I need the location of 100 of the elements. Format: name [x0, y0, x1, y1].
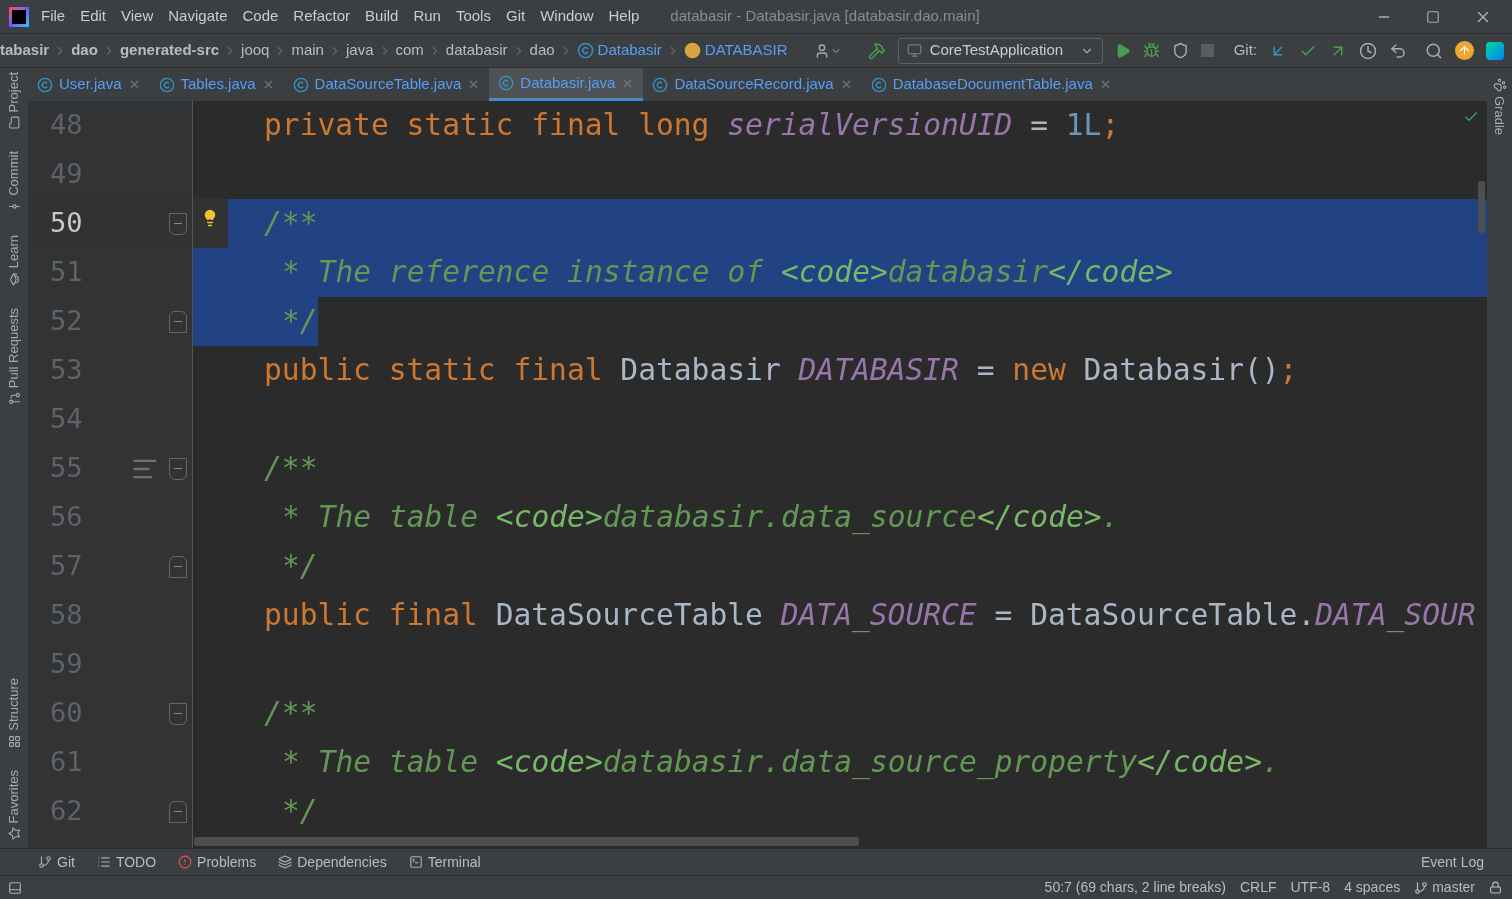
- history-clock-icon[interactable]: [1359, 41, 1377, 60]
- tool-window-button[interactable]: Dependencies: [278, 851, 387, 873]
- fold-marker-icon[interactable]: [169, 800, 187, 823]
- breadcrumb-item[interactable]: java: [345, 39, 374, 62]
- breadcrumb-item[interactable]: Databasir: [597, 39, 662, 62]
- coverage-icon[interactable]: [1171, 42, 1189, 59]
- code-token: DATABASIR: [798, 352, 959, 390]
- hammer-icon[interactable]: [867, 41, 886, 60]
- panel-toggle-icon[interactable]: [8, 880, 22, 895]
- lock-icon[interactable]: [1489, 881, 1502, 894]
- breadcrumb-item[interactable]: dao: [529, 39, 555, 62]
- window-icon: [906, 43, 922, 58]
- code-token: * The table: [282, 744, 479, 782]
- tool-window-button[interactable]: Structure: [0, 673, 28, 752]
- menu-item[interactable]: View: [121, 5, 154, 28]
- menu-item[interactable]: Edit: [80, 5, 107, 28]
- menu-item[interactable]: Navigate: [168, 5, 228, 28]
- code-token: Databasir: [620, 352, 782, 390]
- code-token: =: [975, 352, 996, 390]
- horizontal-scrollbar[interactable]: [194, 837, 859, 846]
- breadcrumb-item[interactable]: tabasir: [0, 39, 50, 62]
- line-number: 50: [50, 206, 84, 241]
- breadcrumb-item[interactable]: generated-src: [119, 39, 220, 62]
- menu-item[interactable]: File: [41, 5, 66, 28]
- fold-marker-icon[interactable]: [169, 457, 187, 480]
- class-icon: [870, 76, 887, 93]
- menu-item[interactable]: Tools: [455, 5, 491, 28]
- caret-position[interactable]: 50:7 (69 chars, 2 line breaks): [1044, 877, 1226, 898]
- star-icon: [7, 827, 21, 840]
- code-token: <code>: [495, 499, 603, 537]
- tool-window-button[interactable]: TODO: [96, 851, 157, 873]
- tool-window-button[interactable]: Learn: [0, 231, 28, 290]
- file-encoding[interactable]: UTF-8: [1290, 877, 1331, 898]
- debug-icon[interactable]: [1142, 42, 1160, 59]
- code-token: */: [282, 548, 318, 586]
- breadcrumb-item[interactable]: databasir: [445, 39, 508, 62]
- class-icon: [576, 42, 594, 59]
- indent-setting[interactable]: 4 spaces: [1344, 877, 1401, 898]
- line-separator[interactable]: CRLF: [1239, 877, 1277, 898]
- branch-widget[interactable]: master: [1414, 877, 1475, 898]
- menu-item[interactable]: Run: [413, 5, 441, 28]
- tool-window-button[interactable]: Favorites: [0, 765, 28, 844]
- vertical-scrollbar[interactable]: [1478, 181, 1485, 233]
- fold-marker-icon[interactable]: [169, 212, 187, 235]
- tool-window-button[interactable]: Project: [0, 68, 28, 134]
- editor-tab[interactable]: DatabaseDocumentTable.java: [861, 68, 1121, 101]
- code-token: /**: [264, 695, 318, 733]
- tool-window-button[interactable]: Gradle: [1489, 78, 1510, 136]
- fold-marker-icon[interactable]: [169, 555, 187, 578]
- maximize-icon[interactable]: [1426, 9, 1440, 24]
- menu-item[interactable]: Build: [365, 5, 399, 28]
- code-token: </code>: [976, 499, 1102, 537]
- run-config-dropdown[interactable]: CoreTestApplication: [897, 37, 1103, 64]
- code-token: </code>: [1048, 254, 1173, 292]
- code-token: <code>: [780, 254, 888, 292]
- tool-window-button[interactable]: Git: [38, 851, 75, 873]
- menu-item[interactable]: Window: [540, 5, 594, 28]
- fold-marker-icon[interactable]: [169, 702, 187, 725]
- stop-icon[interactable]: [1200, 44, 1214, 57]
- breadcrumb-item[interactable]: dao: [71, 39, 98, 62]
- code-token: */: [282, 303, 318, 341]
- fold-marker-icon[interactable]: [169, 310, 187, 333]
- branch-icon: [1414, 880, 1429, 895]
- code-token: =: [1029, 107, 1049, 145]
- editor-tab[interactable]: Databasir.java: [489, 68, 644, 101]
- structure-icon: [7, 734, 21, 748]
- menu-item[interactable]: Refactor: [293, 5, 351, 28]
- layers-icon: [278, 855, 293, 869]
- tool-window-button[interactable]: Terminal: [408, 851, 481, 873]
- branch-icon: [38, 855, 52, 869]
- menu-item[interactable]: Code: [242, 5, 279, 28]
- update-icon[interactable]: [1455, 41, 1474, 60]
- editor-tab[interactable]: DataSourceTable.java: [283, 68, 490, 101]
- code-token: * The table: [282, 499, 479, 537]
- paw-icon: [1492, 78, 1507, 92]
- tool-window-button[interactable]: Commit: [0, 147, 28, 218]
- editor-tab[interactable]: User.java: [28, 68, 150, 101]
- plugin-logo-icon[interactable]: [1486, 41, 1504, 60]
- editor-tab[interactable]: DataSourceRecord.java: [643, 68, 862, 101]
- event-log-button[interactable]: Event Log: [1420, 851, 1484, 873]
- rollback-icon[interactable]: [1389, 41, 1407, 60]
- tool-window-button[interactable]: Pull Requests: [0, 303, 28, 409]
- code-token: <code>: [495, 744, 603, 782]
- code-token: DataSourceTable: [495, 597, 764, 635]
- breadcrumb-item[interactable]: com: [395, 39, 424, 62]
- code-token: public static final: [264, 352, 604, 390]
- breadcrumb-item[interactable]: main: [291, 39, 324, 62]
- breadcrumb-item[interactable]: jooq: [241, 39, 270, 62]
- menu-item[interactable]: Git: [505, 5, 526, 28]
- tool-window-button[interactable]: Problems: [178, 851, 257, 873]
- breadcrumb-item[interactable]: DATABASIR: [704, 39, 788, 62]
- code-token: ;: [1279, 352, 1298, 390]
- terminal-icon: [408, 855, 423, 869]
- code-token: */: [282, 793, 318, 831]
- code-token: databasir: [887, 254, 1049, 292]
- git-label: Git:: [1233, 40, 1257, 61]
- menu-item[interactable]: Help: [608, 5, 640, 28]
- list-icon: [96, 855, 111, 869]
- editor-tab[interactable]: Tables.java: [149, 68, 284, 101]
- search-icon[interactable]: [1425, 41, 1443, 60]
